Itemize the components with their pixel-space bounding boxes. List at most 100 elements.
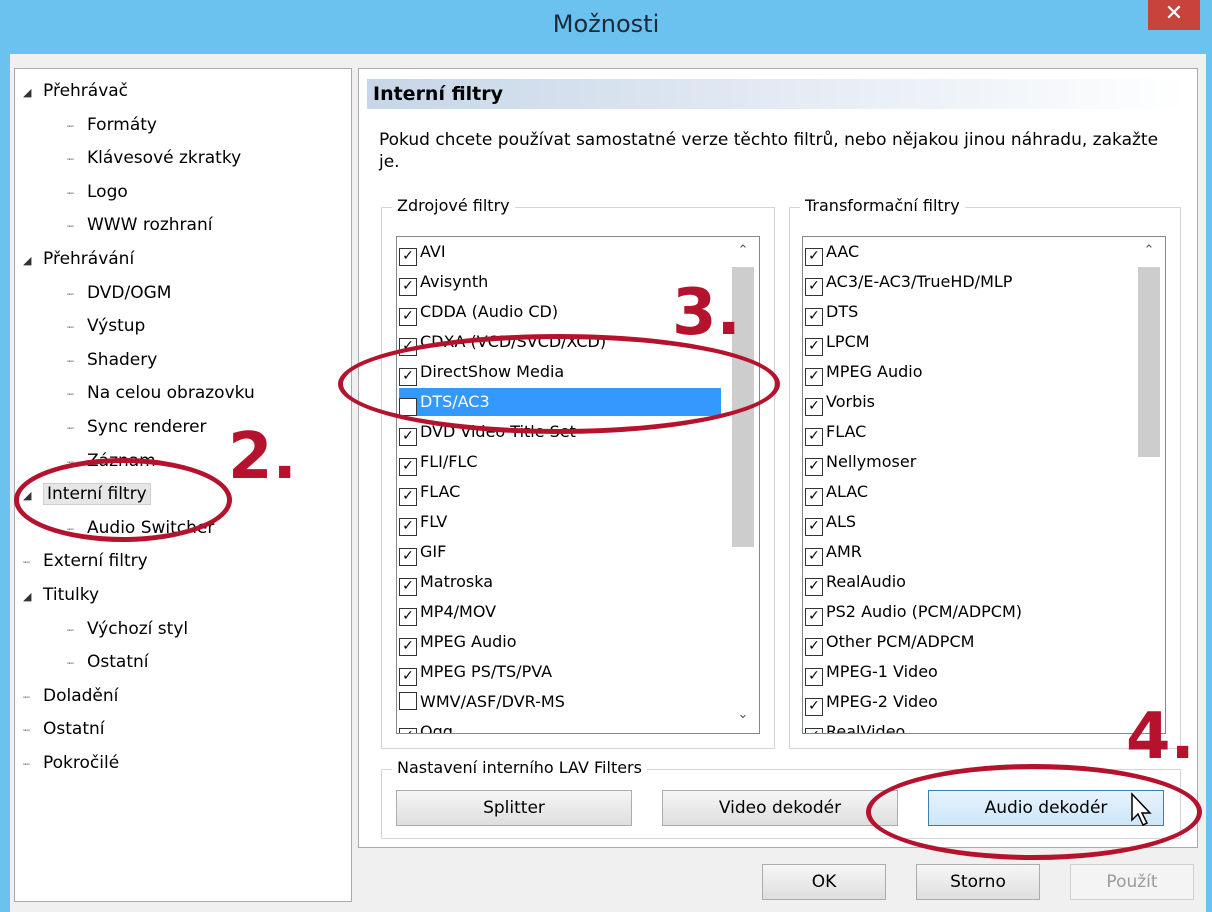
tree-item-label[interactable]: Výstup <box>87 316 145 336</box>
checkbox[interactable]: ✓ <box>805 548 823 566</box>
checkbox[interactable]: ✓ <box>399 668 417 686</box>
transform-filter-item[interactable]: ✓ AC3/E-AC3/TrueHD/MLP <box>805 268 1127 296</box>
checkbox[interactable]: ✓ <box>399 488 417 506</box>
transform-filter-item[interactable]: ✓ DTS <box>805 298 1127 326</box>
source-filter-item[interactable]: ✓ GIF <box>399 538 721 566</box>
tree-item-label[interactable]: Pokročilé <box>43 753 119 773</box>
checkbox[interactable]: ✓ <box>805 638 823 656</box>
transform-filter-item[interactable]: ✓ PS2 Audio (PCM/ADPCM) <box>805 598 1127 626</box>
tree-item-label[interactable]: Přehrávač <box>43 81 128 101</box>
close-button[interactable]: ✕ <box>1148 0 1200 30</box>
tree-item[interactable]: ┈ DVD/OGM <box>67 283 171 303</box>
checkbox[interactable]: ✓ <box>805 518 823 536</box>
tree-item[interactable]: ┈ Ostatní <box>67 652 148 672</box>
checkbox[interactable]: ✓ <box>805 608 823 626</box>
tree-item-label[interactable]: WWW rozhraní <box>87 215 212 235</box>
splitter-button[interactable]: Splitter <box>396 790 632 826</box>
source-filter-item[interactable]: ✓ FLAC <box>399 478 721 506</box>
tree-item-label[interactable]: Přehrávání <box>43 249 134 269</box>
tree-item[interactable]: ┈ Klávesové zkratky <box>67 148 241 168</box>
tree-item-label[interactable]: Formáty <box>87 115 157 135</box>
tree-expander-icon[interactable]: ◢ <box>23 590 43 603</box>
tree-item-label[interactable]: Ostatní <box>43 719 104 739</box>
tree-item-label[interactable]: Doladění <box>43 686 118 706</box>
scroll-up-icon[interactable]: ⌃ <box>729 243 757 258</box>
checkbox[interactable]: ✓ <box>399 578 417 596</box>
scroll-up-icon[interactable]: ⌃ <box>1135 243 1163 258</box>
tree-expander-icon[interactable]: ◢ <box>23 254 43 267</box>
transform-filter-item[interactable]: ✓ AAC <box>805 238 1127 266</box>
tree-item-label[interactable]: Logo <box>87 182 128 202</box>
scroll-down-icon[interactable]: ⌄ <box>729 707 757 722</box>
checkbox[interactable]: ✓ <box>805 428 823 446</box>
tree-item[interactable]: ┈ Na celou obrazovku <box>67 383 255 403</box>
checkbox[interactable]: ✓ <box>399 248 417 266</box>
tree-item-label[interactable]: Shadery <box>87 350 157 370</box>
checkbox[interactable]: ✓ <box>805 368 823 386</box>
tree-item[interactable]: ┈ Výchozí styl <box>67 619 188 639</box>
checkbox[interactable]: ✓ <box>399 728 417 733</box>
checkbox[interactable]: ✓ <box>805 308 823 326</box>
ok-button[interactable]: OK <box>762 864 886 900</box>
tree-item[interactable]: ◢ Přehrávač <box>23 81 128 101</box>
tree-item-label[interactable]: Sync renderer <box>87 417 207 437</box>
tree-item[interactable]: ◢ Přehrávání <box>23 249 134 269</box>
tree-item-label[interactable]: Externí filtry <box>43 551 148 571</box>
transform-filter-item[interactable]: ✓ ALS <box>805 508 1127 536</box>
apply-button[interactable]: Použít <box>1070 864 1194 900</box>
tree-expander-icon[interactable]: ◢ <box>23 86 43 99</box>
tree-item-label[interactable]: Klávesové zkratky <box>87 148 241 168</box>
tree-item[interactable]: ┈ Logo <box>67 182 128 202</box>
checkbox[interactable]: ✓ <box>399 548 417 566</box>
checkbox[interactable]: ✓ <box>805 698 823 716</box>
scrollbar[interactable]: ⌃ ⌄ <box>1135 237 1163 733</box>
close-icon[interactable]: ✕ <box>1165 1 1183 26</box>
tree-item[interactable]: ┈ Formáty <box>67 115 157 135</box>
checkbox[interactable]: ✓ <box>805 398 823 416</box>
checkbox[interactable]: ✓ <box>805 578 823 596</box>
checkbox[interactable]: ✓ <box>399 518 417 536</box>
tree-item[interactable]: ┈ Sync renderer <box>67 417 207 437</box>
checkbox[interactable]: ✓ <box>399 308 417 326</box>
checkbox[interactable]: ✓ <box>399 638 417 656</box>
tree-item-label[interactable]: Výchozí styl <box>87 619 188 639</box>
checkbox[interactable] <box>399 692 417 710</box>
tree-item[interactable]: ┈ Shadery <box>67 350 157 370</box>
tree-item[interactable]: ┈ Doladění <box>23 686 118 706</box>
source-filter-item[interactable]: ✓ AVI <box>399 238 721 266</box>
transform-filter-item[interactable]: ✓ ALAC <box>805 478 1127 506</box>
tree-item-label[interactable]: DVD/OGM <box>87 283 171 303</box>
video-decoder-button[interactable]: Video dekodér <box>662 790 898 826</box>
transform-filters-list[interactable]: ✓ AAC ✓ AC3/E-AC3/TrueHD/MLP ✓ DTS ✓ LPCM ✓ MPEG … <box>802 236 1166 734</box>
checkbox[interactable]: ✓ <box>805 728 823 733</box>
checkbox[interactable]: ✓ <box>399 278 417 296</box>
transform-filter-item[interactable]: ✓ Vorbis <box>805 388 1127 416</box>
transform-filter-item[interactable]: ✓ MPEG Audio <box>805 358 1127 386</box>
transform-filter-item[interactable]: ✓ FLAC <box>805 418 1127 446</box>
checkbox[interactable]: ✓ <box>399 608 417 626</box>
checkbox[interactable]: ✓ <box>399 458 417 476</box>
transform-filter-item[interactable]: ✓ Other PCM/ADPCM <box>805 628 1127 656</box>
checkbox[interactable]: ✓ <box>399 428 417 446</box>
source-filter-item[interactable]: WMV/ASF/DVR-MS <box>399 688 721 716</box>
scroll-thumb[interactable] <box>1138 267 1160 457</box>
title-bar[interactable]: Možnosti ✕ <box>0 0 1212 54</box>
source-filter-item[interactable]: ✓ MPEG Audio <box>399 628 721 656</box>
tree-item[interactable]: ┈ Ostatní <box>23 719 104 739</box>
transform-filter-item[interactable]: ✓RealVideo <box>805 718 1127 733</box>
checkbox[interactable]: ✓ <box>805 488 823 506</box>
transform-filter-item[interactable]: ✓ AMR <box>805 538 1127 566</box>
checkbox[interactable]: ✓ <box>805 668 823 686</box>
checkbox[interactable]: ✓ <box>805 248 823 266</box>
tree-item[interactable]: ┈ Pokročilé <box>23 753 119 773</box>
source-filter-item[interactable]: ✓Ogg <box>399 718 721 733</box>
tree-item[interactable]: ┈ Výstup <box>67 316 145 336</box>
tree-item[interactable]: ┈ WWW rozhraní <box>67 215 212 235</box>
checkbox[interactable]: ✓ <box>805 278 823 296</box>
source-filter-item[interactable]: ✓ FLV <box>399 508 721 536</box>
source-filter-item[interactable]: ✓ FLI/FLC <box>399 448 721 476</box>
tree-item-label[interactable]: Ostatní <box>87 652 148 672</box>
tree-item[interactable]: ◢ Titulky <box>23 585 99 605</box>
source-filter-item[interactable]: ✓ MPEG PS/TS/PVA <box>399 658 721 686</box>
transform-filter-item[interactable]: ✓ LPCM <box>805 328 1127 356</box>
